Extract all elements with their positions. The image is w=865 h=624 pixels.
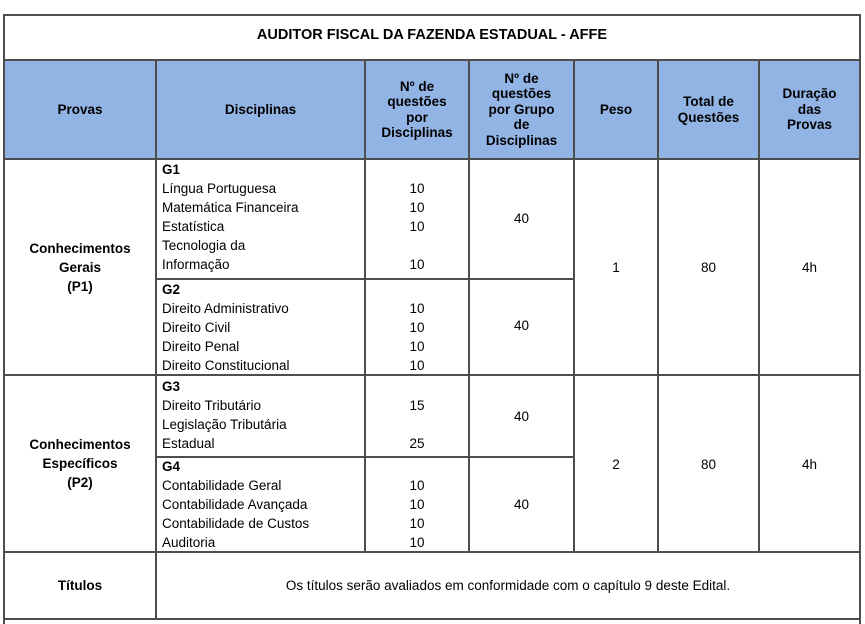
g3-counts: 15 25 <box>366 396 468 453</box>
count-value: 10 <box>409 358 425 373</box>
p2-peso: 2 <box>612 457 620 472</box>
group-label: G3 <box>162 379 181 394</box>
count-value: 10 <box>409 219 425 234</box>
count-value <box>366 415 468 434</box>
list-item: Legislação Tributária <box>162 417 287 432</box>
g1-disciplines: G1 Língua Portuguesa Matemática Financei… <box>162 160 299 274</box>
list-item: Direito Administrativo <box>162 301 289 316</box>
p2-name: Conhecimentos Específicos (P2) <box>29 437 131 490</box>
count-value <box>366 236 468 255</box>
p1-duracao: 4h <box>801 260 818 275</box>
g4-group-total: 40 <box>513 497 530 512</box>
list-item: Direito Penal <box>162 339 240 354</box>
table-title: AUDITOR FISCAL DA FAZENDA ESTADUAL - AFF… <box>256 27 608 43</box>
g4-disciplines: G4 Contabilidade Geral Contabilidade Ava… <box>162 457 309 552</box>
g2-counts: 10 10 10 10 <box>366 299 468 375</box>
header-provas: Provas <box>57 101 103 117</box>
g1-counts: 10 10 10 10 <box>366 179 468 274</box>
count-value: 10 <box>409 181 425 196</box>
list-item: Contabilidade Avançada <box>162 497 308 512</box>
count-value: 10 <box>409 257 425 272</box>
list-item: Contabilidade Geral <box>162 478 282 493</box>
list-item: Língua Portuguesa <box>162 181 277 196</box>
list-item: Contabilidade de Custos <box>162 516 310 531</box>
p2-duracao: 4h <box>801 457 818 472</box>
p1-total: 80 <box>700 260 717 275</box>
header-disciplinas: Disciplinas <box>224 101 297 117</box>
list-item: Informação <box>162 257 230 272</box>
header-peso: Peso <box>599 101 633 117</box>
list-item: Auditoria <box>162 535 216 550</box>
count-value: 10 <box>409 478 425 493</box>
g3-disciplines: G3 Direito Tributário Legislação Tributá… <box>162 377 287 453</box>
group-label: G2 <box>162 282 181 297</box>
group-label: G4 <box>162 459 181 474</box>
titulos-text: Os títulos serão avaliados em conformida… <box>285 578 731 593</box>
count-value: 10 <box>409 535 425 550</box>
g2-group-total: 40 <box>513 318 530 333</box>
count-value: 10 <box>409 516 425 531</box>
count-value: 10 <box>409 339 425 354</box>
list-item: Direito Constitucional <box>162 358 290 373</box>
list-item: Tecnologia da <box>162 238 246 253</box>
count-value: 10 <box>409 320 425 335</box>
header-questoes-por-disciplina: Nº de questões por Disciplinas <box>381 78 453 141</box>
list-item: Estadual <box>162 436 215 451</box>
g2-disciplines: G2 Direito Administrativo Direito Civil … <box>162 280 290 375</box>
list-item: Estatística <box>162 219 225 234</box>
header-duracao: Duração das Provas <box>782 86 837 133</box>
g3-group-total: 40 <box>513 409 530 424</box>
header-total-questoes: Total de Questões <box>677 94 740 125</box>
g4-counts: 10 10 10 10 <box>366 476 468 552</box>
count-value: 15 <box>409 398 425 413</box>
count-value: 10 <box>409 497 425 512</box>
p1-peso: 1 <box>612 260 620 275</box>
g1-group-total: 40 <box>513 211 530 226</box>
titulos-label: Títulos <box>57 577 103 593</box>
count-value: 25 <box>409 436 425 451</box>
header-questoes-por-grupo: Nº de questões por Grupo de Disciplinas <box>485 70 558 148</box>
group-label: G1 <box>162 162 181 177</box>
p2-total: 80 <box>700 457 717 472</box>
list-item: Direito Civil <box>162 320 231 335</box>
p1-name: Conhecimentos Gerais (P1) <box>29 240 131 294</box>
list-item: Matemática Financeira <box>162 200 299 215</box>
list-item: Direito Tributário <box>162 398 262 413</box>
count-value: 10 <box>409 200 425 215</box>
count-value: 10 <box>409 301 425 316</box>
